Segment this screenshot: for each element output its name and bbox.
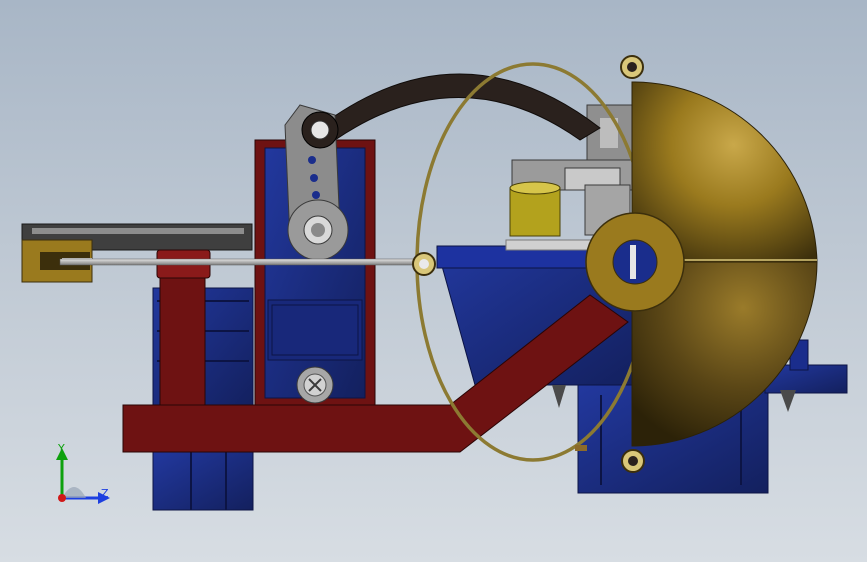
cad-model[interactable]	[0, 0, 867, 562]
graphics-viewport[interactable]: Y Z	[0, 0, 867, 562]
left-linkage[interactable]	[21, 223, 253, 283]
y-axis-label: Y	[58, 442, 65, 455]
yellow-cylinder[interactable]	[509, 181, 561, 237]
z-axis-label: Z	[101, 487, 109, 500]
mount-screw[interactable]	[296, 366, 334, 404]
push-rod	[59, 258, 431, 266]
